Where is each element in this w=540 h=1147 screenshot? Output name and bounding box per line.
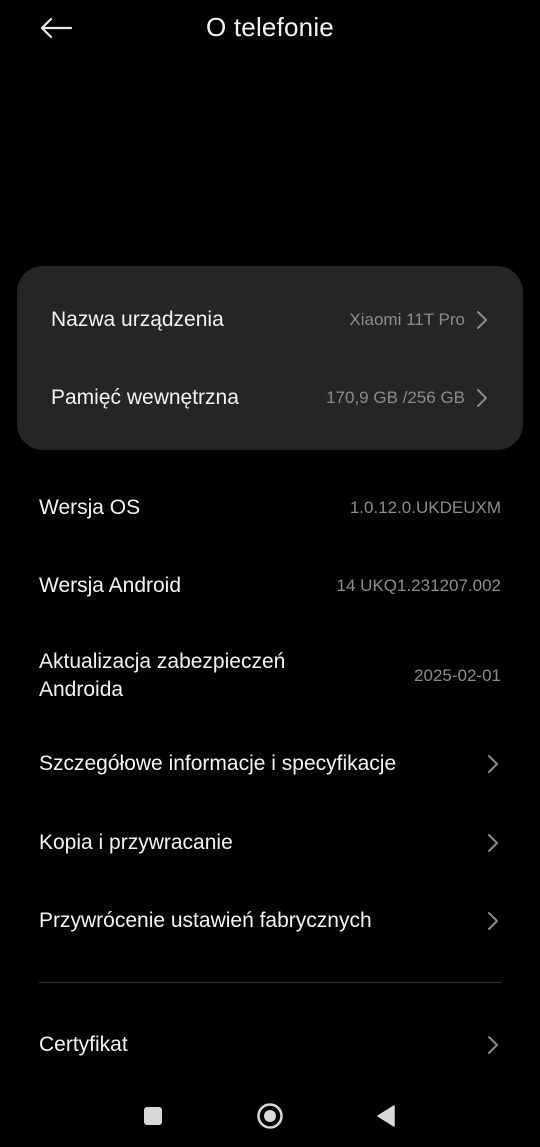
factory-reset-label: Przywrócenie ustawień fabrycznych <box>39 909 372 932</box>
details-specs-label: Szczegółowe informacje i specyfikacje <box>39 752 397 775</box>
device-name-value: Xiaomi 11T Pro <box>349 310 465 329</box>
recents-button[interactable] <box>133 1096 173 1136</box>
details-specs-item[interactable]: Szczegółowe informacje i specyfikacje <box>0 744 540 784</box>
security-update-label-line1: Aktualizacja zabezpieczeń <box>39 650 286 673</box>
android-version-label: Wersja Android <box>39 574 182 597</box>
chevron-right-icon <box>486 754 500 774</box>
os-version-row[interactable]: Wersja OS 1.0.12.0.UKDEUXM <box>0 488 540 528</box>
security-update-label: Aktualizacja zabezpieczeń Androida <box>39 648 285 704</box>
os-version-label: Wersja OS <box>39 496 141 519</box>
triangle-back-icon <box>377 1105 395 1127</box>
page-title: O telefonie <box>206 12 334 42</box>
section-divider <box>39 982 501 983</box>
device-name-label: Nazwa urządzenia <box>51 308 224 331</box>
nav-back-button[interactable] <box>366 1096 406 1136</box>
storage-row[interactable]: Pamięć wewnętrzna 170,9 GB /256 GB <box>17 368 523 428</box>
chevron-right-icon <box>475 388 489 408</box>
chevron-right-icon <box>475 310 489 330</box>
chevron-right-icon <box>486 911 500 931</box>
square-icon <box>144 1107 162 1125</box>
backup-restore-item[interactable]: Kopia i przywracanie <box>0 823 540 863</box>
home-button[interactable] <box>250 1096 290 1136</box>
os-version-value: 1.0.12.0.UKDEUXM <box>349 498 501 517</box>
certificate-label: Certyfikat <box>39 1033 128 1056</box>
system-navbar <box>0 1082 540 1147</box>
storage-value: 170,9 GB /256 GB <box>326 388 465 407</box>
circle-icon <box>257 1103 283 1129</box>
device-name-row[interactable]: Nazwa urządzenia Xiaomi 11T Pro <box>17 290 523 350</box>
security-update-row[interactable]: Aktualizacja zabezpieczeń Androida 2025-… <box>0 646 540 706</box>
header: O telefonie <box>0 0 540 60</box>
backup-restore-label: Kopia i przywracanie <box>39 831 233 854</box>
chevron-right-icon <box>486 833 500 853</box>
chevron-right-icon <box>486 1035 500 1055</box>
certificate-item[interactable]: Certyfikat <box>0 1025 540 1065</box>
storage-label: Pamięć wewnętrzna <box>51 386 239 409</box>
factory-reset-item[interactable]: Przywrócenie ustawień fabrycznych <box>0 901 540 941</box>
security-update-label-line2: Androida <box>39 678 124 701</box>
android-version-value: 14 UKQ1.231207.002 <box>336 576 501 595</box>
device-card: Nazwa urządzenia Xiaomi 11T Pro Pamięć w… <box>17 266 523 450</box>
android-version-row[interactable]: Wersja Android 14 UKQ1.231207.002 <box>0 566 540 606</box>
security-update-value: 2025-02-01 <box>414 666 501 685</box>
